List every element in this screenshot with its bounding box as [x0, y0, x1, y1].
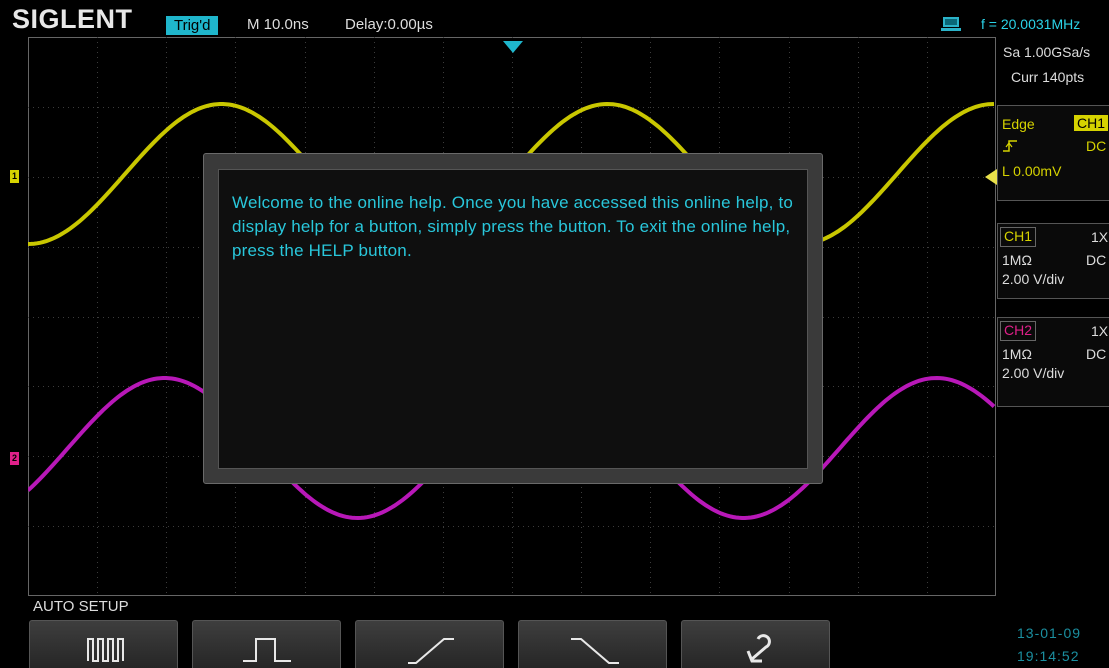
- rising-edge-trigger-icon: [1003, 140, 1017, 152]
- multi-cycle-icon: [87, 638, 124, 662]
- ch2-info-panel[interactable]: CH2 1X 1MΩ DC 2.00 V/div: [997, 317, 1109, 407]
- frequency-counter: f = 20.0031MHz: [981, 16, 1081, 32]
- multi-cycle-button[interactable]: [29, 620, 178, 668]
- ch1-probe: 1X: [1091, 229, 1109, 245]
- ch2-offset-marker[interactable]: 2: [10, 452, 19, 465]
- network-icon: [941, 17, 961, 31]
- status-bar: SIGLENT Trig'd M 10.0ns Delay:0.00µs f =…: [0, 0, 1109, 36]
- current-points: Curr 140pts: [1011, 69, 1085, 85]
- menu-title: AUTO SETUP: [33, 598, 129, 615]
- trigger-status-badge: Trig'd: [166, 16, 219, 35]
- single-cycle-button[interactable]: [192, 620, 341, 668]
- undo-icon: [746, 634, 771, 663]
- sample-rate: Sa 1.00GSa/s: [1003, 44, 1091, 60]
- ch1-label: CH1: [1000, 227, 1037, 247]
- ch1-impedance: 1MΩ: [1002, 252, 1032, 268]
- brand-logo: SIGLENT: [12, 4, 133, 34]
- date-readout: 13-01-09: [1017, 625, 1082, 641]
- time-readout: 19:14:52: [1017, 648, 1080, 664]
- ch2-scale: 2.00 V/div: [1002, 365, 1065, 381]
- ch1-coupling: DC: [1086, 252, 1107, 268]
- timebase-readout: M 10.0ns: [247, 16, 309, 33]
- ch2-probe: 1X: [1091, 323, 1109, 339]
- delay-readout: Delay:0.00µs: [345, 16, 433, 33]
- falling-edge-icon: [571, 638, 619, 664]
- trigger-source: CH1: [1074, 115, 1109, 131]
- rising-edge-button[interactable]: [355, 620, 504, 668]
- help-text-panel: Welcome to the online help. Once you hav…: [218, 169, 808, 469]
- rising-edge-icon: [408, 638, 454, 664]
- ch2-coupling: DC: [1086, 346, 1107, 362]
- ch1-scale: 2.00 V/div: [1002, 271, 1065, 287]
- trigger-panel[interactable]: Edge CH1 DC L 0.00mV: [997, 105, 1109, 201]
- trigger-level-marker[interactable]: [985, 169, 997, 185]
- ch1-info-panel[interactable]: CH1 1X 1MΩ DC 2.00 V/div: [997, 223, 1109, 299]
- undo-button[interactable]: [681, 620, 830, 668]
- ch2-impedance: 1MΩ: [1002, 346, 1032, 362]
- acquisition-panel: Sa 1.00GSa/s Curr 140pts: [997, 42, 1109, 102]
- trigger-position-marker[interactable]: [503, 41, 523, 53]
- ch1-offset-marker[interactable]: 1: [10, 170, 19, 183]
- single-cycle-icon: [243, 638, 291, 662]
- trigger-coupling: DC: [1086, 138, 1107, 154]
- online-help-dialog[interactable]: Welcome to the online help. Once you hav…: [203, 153, 823, 484]
- trigger-type: Edge: [1002, 116, 1035, 132]
- trigger-level: L 0.00mV: [1002, 163, 1062, 179]
- falling-edge-button[interactable]: [518, 620, 667, 668]
- help-message: Welcome to the online help. Once you hav…: [232, 193, 794, 260]
- ch2-label: CH2: [1000, 321, 1037, 341]
